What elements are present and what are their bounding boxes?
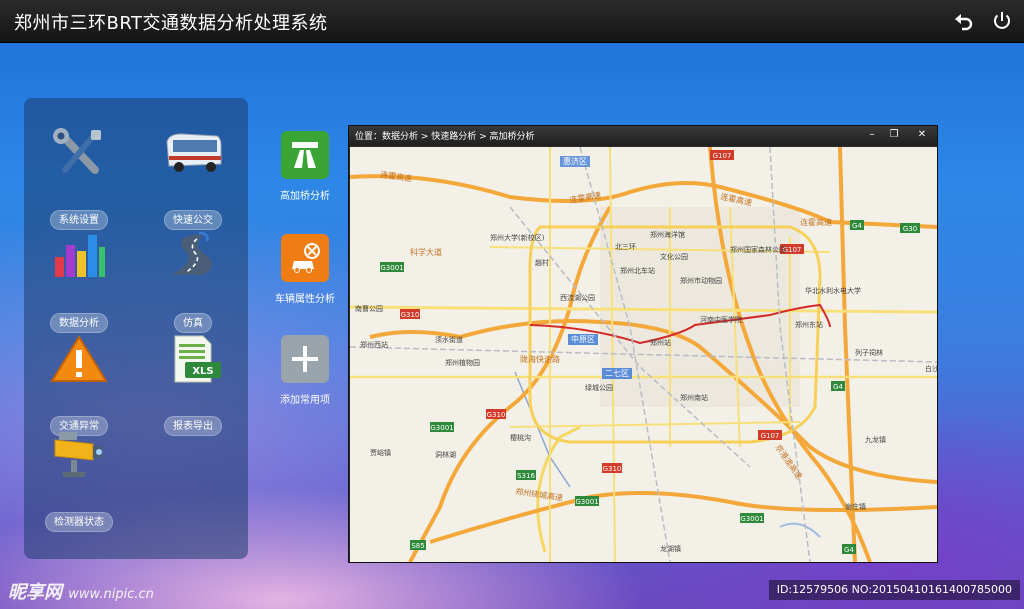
shortcut-label: 添加常用项 bbox=[280, 395, 330, 406]
map-view[interactable]: 惠济区 惠济区 连霍高速 连霍高速 连霍高速 连霍高速 G107 G107 G1… bbox=[350, 147, 937, 562]
watermark-url: www.nipic.cn bbox=[68, 587, 154, 602]
breadcrumb: 位置：数据分析 > 快速路分析 > 高加桥分析 bbox=[355, 132, 535, 142]
label-jiazhen: 贾峪镇 bbox=[370, 448, 391, 457]
svg-text:XLS: XLS bbox=[192, 366, 213, 377]
tile-simulation[interactable]: 仿真 bbox=[148, 231, 238, 333]
badge-g4: G4 bbox=[852, 222, 862, 230]
label-xixi: 郑州西站 bbox=[360, 340, 388, 349]
label-beisanhuan: 北三环 bbox=[615, 243, 636, 251]
label-shejie: 樱桃沟 bbox=[510, 433, 531, 442]
label-liezi: 列子祠林 bbox=[855, 348, 883, 357]
badge-g3001: G3001 bbox=[380, 264, 403, 272]
label-guojia: 郑州国家森林公园 bbox=[730, 245, 786, 254]
badge-g3001c: G3001 bbox=[575, 498, 598, 506]
map-canvas: 惠济区 惠济区 连霍高速 连霍高速 连霍高速 连霍高速 G107 G107 G1… bbox=[350, 147, 937, 562]
shortcut-add-common[interactable]: 添加常用项 bbox=[270, 335, 340, 406]
badge-g4c: G4 bbox=[844, 546, 854, 554]
shortcut-label: 车辆属性分析 bbox=[275, 294, 335, 305]
shortcut-label: 高加桥分析 bbox=[280, 191, 330, 202]
warning-icon bbox=[50, 335, 108, 382]
label-longhu: 龙湖镇 bbox=[660, 544, 681, 553]
tile-detector-status[interactable]: 检测器状态 bbox=[34, 430, 124, 532]
camera-icon bbox=[54, 432, 103, 477]
watermark-logo: 昵享网 www.nipic.cn bbox=[8, 578, 154, 604]
label-wenhua: 文化公园 bbox=[660, 252, 688, 261]
power-icon[interactable] bbox=[990, 9, 1014, 33]
car-tools-icon bbox=[281, 234, 329, 282]
label-erqi: 二七区 bbox=[605, 369, 629, 378]
title-bar: 郑州市三环BRT交通数据分析处理系统 bbox=[0, 0, 1024, 43]
road-icon bbox=[171, 231, 212, 275]
module-panel: 系统设置 快速公交 数据分析 仿真 交通异常 XLS 报表导出 检测器状态 bbox=[24, 98, 248, 559]
label-zzdx: 郑州大学(新校区) bbox=[490, 233, 545, 242]
badge-g3001d: G3001 bbox=[740, 515, 763, 523]
tile-label: 仿真 bbox=[174, 313, 212, 333]
bus-icon bbox=[166, 133, 222, 172]
watermark-id: ID:12579506 NO:20150410161400785000 bbox=[768, 580, 1020, 600]
tile-label: 检测器状态 bbox=[45, 512, 113, 532]
badge-s316: S316 bbox=[517, 472, 535, 480]
tile-label: 报表导出 bbox=[164, 416, 222, 436]
label-houzhai: 谢庄镇 bbox=[845, 502, 866, 511]
tile-system-settings[interactable]: 系统设置 bbox=[34, 128, 124, 230]
label-zhengzhouzhan: 郑州站 bbox=[650, 338, 671, 347]
tile-label: 快速公交 bbox=[164, 210, 222, 230]
xls-icon: XLS bbox=[174, 335, 221, 383]
watermark-logo-text: 昵享网 bbox=[8, 582, 62, 603]
label-zhiwuyuan: 郑州植物园 bbox=[445, 358, 480, 367]
badge-g3001b: G3001 bbox=[430, 424, 453, 432]
app-title: 郑州市三环BRT交通数据分析处理系统 bbox=[14, 13, 328, 34]
label-xiangyun: 南曹公园 bbox=[355, 304, 383, 313]
shortcut-vehicle-analysis[interactable]: 车辆属性分析 bbox=[270, 234, 340, 305]
label-baisha: 白沙 bbox=[925, 364, 937, 373]
minimize-icon[interactable]: – bbox=[861, 127, 883, 143]
label-huiji: 惠济区 bbox=[563, 156, 587, 166]
label-longhai: 陇海快速路 bbox=[520, 354, 560, 364]
label-dongwuyuan: 郑州市动物园 bbox=[680, 276, 722, 285]
label-beizhan: 郑州北车站 bbox=[620, 266, 655, 275]
badge-s85: S85 bbox=[411, 542, 424, 550]
badge-g107: G107 bbox=[713, 152, 732, 160]
bar-chart-icon bbox=[55, 235, 105, 277]
tile-report-export[interactable]: XLS 报表导出 bbox=[148, 334, 238, 436]
tile-label: 系统设置 bbox=[50, 210, 108, 230]
tile-data-analysis[interactable]: 数据分析 bbox=[34, 231, 124, 333]
label-jiulong: 九龙镇 bbox=[865, 435, 886, 444]
label-zhongyuan: 中原区 bbox=[571, 334, 595, 344]
label-nanzhan: 郑州南站 bbox=[680, 393, 708, 402]
badge-g310: G310 bbox=[401, 311, 420, 319]
label-donghu: 洞林湖 bbox=[435, 450, 456, 459]
label-lvcheng: 绿城公园 bbox=[585, 383, 613, 392]
tools-icon bbox=[53, 128, 101, 174]
badge-g4b: G4 bbox=[833, 383, 843, 391]
label-haiyangguan: 郑州海洋馆 bbox=[650, 230, 685, 239]
label-kexue: 科学大道 bbox=[410, 247, 442, 257]
badge-g310c: G310 bbox=[603, 465, 622, 473]
label-xiliu: 西流湖公园 bbox=[560, 293, 595, 302]
shortcut-highway-analysis[interactable]: 高加桥分析 bbox=[270, 131, 340, 202]
tile-label: 数据分析 bbox=[50, 313, 108, 333]
badge-g310b: G310 bbox=[487, 411, 506, 419]
label-huabei: 华北水利水电大学 bbox=[805, 286, 861, 295]
badge-g30: G30 bbox=[903, 225, 917, 233]
tile-traffic-anomaly[interactable]: 交通异常 bbox=[34, 334, 124, 436]
back-icon[interactable] bbox=[952, 9, 976, 33]
label-henan: 河南中医学院 bbox=[700, 315, 742, 324]
label-dongzhan: 郑州东站 bbox=[795, 320, 823, 329]
label-zhaocun: 趙村 bbox=[535, 258, 549, 267]
badge-g107c: G107 bbox=[761, 432, 780, 440]
map-titlebar: 位置：数据分析 > 快速路分析 > 高加桥分析 – ❐ ✕ bbox=[349, 126, 937, 146]
plus-icon bbox=[281, 335, 329, 383]
tile-brt[interactable]: 快速公交 bbox=[148, 128, 238, 230]
highway-icon bbox=[281, 131, 329, 179]
map-window: 位置：数据分析 > 快速路分析 > 高加桥分析 – ❐ ✕ 惠济区 连霍高速 连… bbox=[348, 125, 938, 563]
label-xuyuan: 须水街道 bbox=[435, 335, 463, 344]
label-liancuo-4: 连霍高速 bbox=[800, 217, 832, 227]
restore-icon[interactable]: ❐ bbox=[883, 127, 905, 143]
close-icon[interactable]: ✕ bbox=[909, 127, 935, 143]
